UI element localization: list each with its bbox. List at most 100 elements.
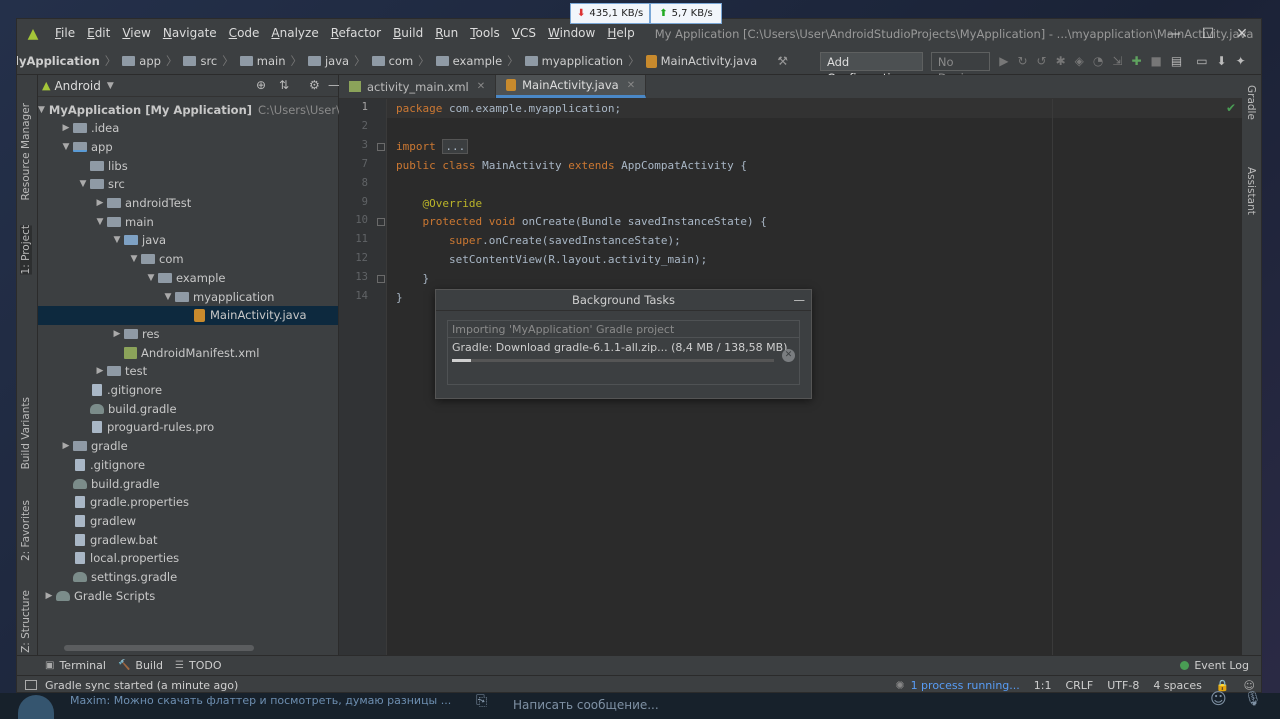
message-input[interactable]: Написать сообщение... (513, 698, 659, 712)
menu-navigate[interactable]: Navigate (157, 19, 223, 48)
cancel-task-icon[interactable]: ✕ (782, 349, 795, 362)
project-structure-icon[interactable]: ▤ (1171, 53, 1182, 69)
sync-gradle-icon[interactable]: ✚ (1131, 53, 1141, 69)
tab-assistant[interactable]: Assistant (1245, 167, 1257, 215)
tree-item[interactable]: build.gradle (38, 474, 338, 493)
chevron-down-icon[interactable]: ▼ (161, 292, 175, 302)
tab-gradle[interactable]: Gradle (1245, 85, 1257, 120)
chevron-right-icon[interactable]: ▶ (110, 329, 124, 339)
tree-item[interactable]: ▶ androidTest (38, 194, 338, 213)
file-encoding[interactable]: UTF-8 (1107, 679, 1139, 692)
chevron-down-icon[interactable]: ▼ (59, 142, 73, 152)
chevron-down-icon[interactable]: ▼ (110, 235, 124, 245)
add-configuration-button[interactable]: Add Configuration... (819, 51, 923, 85)
apply-changes-icon[interactable]: ↻ (1017, 53, 1027, 69)
tree-item[interactable]: MainActivity.java (38, 305, 338, 325)
chevron-right-icon[interactable]: ▶ (59, 441, 73, 451)
tree-item[interactable]: .gitignore (38, 455, 338, 474)
tool-terminal[interactable]: ▣ Terminal (45, 659, 106, 672)
collapse-all-icon[interactable]: ⇅ (279, 78, 289, 92)
tree-item[interactable]: .gitignore (38, 381, 338, 400)
tree-item[interactable]: ▼ src (38, 175, 338, 194)
chevron-right-icon[interactable]: ▶ (42, 591, 56, 601)
tree-item[interactable]: local.properties (38, 549, 338, 568)
breadcrumb-item[interactable]: com 〉 (366, 53, 430, 69)
menu-view[interactable]: View (116, 19, 156, 48)
maximize-button[interactable]: ☐ (1191, 19, 1225, 48)
debug-icon[interactable]: ✱ (1056, 53, 1066, 69)
tree-item[interactable]: settings.gradle (38, 568, 338, 587)
gear-icon[interactable]: ⚙ (309, 78, 320, 92)
menu-edit[interactable]: Edit (81, 19, 116, 48)
chevron-down-icon[interactable]: ▼ (76, 179, 90, 189)
minimize-button[interactable]: — (1157, 19, 1191, 48)
tree-item[interactable]: gradlew.bat (38, 530, 338, 549)
tree-item[interactable]: ▼ example (38, 268, 338, 287)
tree-item[interactable]: ▼ main (38, 212, 338, 231)
process-running-link[interactable]: 1 process running... (911, 679, 1020, 692)
tab-structure[interactable]: Z: Structure (20, 590, 32, 653)
tool-todo[interactable]: ☰ TODO (175, 659, 221, 672)
breadcrumb-item[interactable]: src 〉 (177, 53, 234, 69)
run-icon[interactable]: ▶ (999, 53, 1008, 69)
tool-build[interactable]: 🔨 Build (118, 659, 163, 672)
tree-item[interactable]: gradle.properties (38, 493, 338, 512)
breadcrumb-item[interactable]: lyApplication 〉 (17, 53, 116, 69)
locate-icon[interactable]: ⊕ (256, 78, 266, 92)
paperclip-icon[interactable]: ⎘ (476, 693, 487, 709)
event-log-button[interactable]: Event Log (1180, 659, 1249, 672)
chevron-down-icon[interactable]: ▼ (107, 81, 114, 91)
chevron-right-icon[interactable]: ▶ (59, 123, 73, 133)
tree-item[interactable]: ▼ MyApplication [My Application] C:\Users\… (38, 100, 374, 119)
inspector-face-icon[interactable]: ☺ (1244, 679, 1255, 692)
tab-project[interactable]: 1: Project (20, 225, 32, 275)
tree-item[interactable]: ▼ app (38, 137, 338, 156)
fold-marker-icon[interactable] (377, 275, 385, 284)
tab-mainactivity-java[interactable]: MainActivity.java ✕ (496, 75, 647, 98)
chevron-right-icon[interactable]: ▶ (93, 198, 107, 208)
coverage-icon[interactable]: ◈ (1075, 53, 1084, 69)
sdk-manager-icon[interactable]: ⬇ (1217, 53, 1227, 69)
tree-item[interactable]: ▼ com (38, 250, 338, 269)
project-view-selector[interactable]: Android (54, 79, 100, 93)
tree-item[interactable]: ▶ gradle (38, 437, 338, 456)
tree-item[interactable]: ▼ java (38, 231, 338, 250)
menu-code[interactable]: Code (223, 19, 266, 48)
menu-build[interactable]: Build (387, 19, 429, 48)
breadcrumb-item[interactable]: app 〉 (116, 53, 177, 69)
emoji-icon[interactable]: ☺ (1210, 689, 1227, 708)
horizontal-scrollbar[interactable] (64, 645, 254, 651)
minimize-popup-button[interactable]: — (794, 290, 806, 311)
chat-preview[interactable]: Maxim: Можно скачать флаттер и посмотрет… (70, 694, 451, 707)
menu-refactor[interactable]: Refactor (325, 19, 387, 48)
breadcrumb-item[interactable]: main 〉 (234, 53, 302, 69)
menu-run[interactable]: Run (429, 19, 464, 48)
menu-file[interactable]: File (49, 19, 81, 48)
profile-icon[interactable]: ◔ (1093, 53, 1103, 69)
breadcrumb-item[interactable]: example 〉 (430, 53, 519, 69)
fold-marker-icon[interactable] (377, 142, 385, 151)
fold-marker-icon[interactable] (377, 218, 385, 227)
menu-analyze[interactable]: Analyze (265, 19, 324, 48)
tree-item[interactable]: gradlew (38, 511, 338, 530)
close-tab-icon[interactable]: ✕ (627, 80, 635, 91)
menu-tools[interactable]: Tools (464, 19, 506, 48)
tree-item[interactable]: ▶ test (38, 362, 338, 381)
close-tab-icon[interactable]: ✕ (477, 81, 485, 92)
breadcrumb-item[interactable]: java 〉 (302, 53, 366, 69)
tree-item[interactable]: ▼ myapplication (38, 287, 338, 306)
tab-build-variants[interactable]: Build Variants (20, 397, 32, 469)
stop-icon[interactable]: ■ (1151, 53, 1162, 69)
chevron-down-icon[interactable]: ▼ (93, 217, 107, 227)
indent-setting[interactable]: 4 spaces (1153, 679, 1202, 692)
tab-activity-main-xml[interactable]: activity_main.xml ✕ (339, 75, 497, 98)
chevron-down-icon[interactable]: ▼ (127, 254, 141, 264)
tree-item[interactable]: libs (38, 156, 338, 175)
breadcrumb-item[interactable]: myapplication 〉 (519, 53, 640, 69)
tree-item[interactable]: build.gradle (38, 399, 338, 418)
layout-inspector-icon[interactable]: ✦ (1236, 53, 1246, 69)
tree-item[interactable]: AndroidManifest.xml (38, 343, 338, 362)
microphone-icon[interactable]: 🎙 (1244, 691, 1262, 707)
status-message[interactable]: Gradle sync started (a minute ago) (45, 679, 238, 692)
avd-manager-icon[interactable]: ▭ (1196, 53, 1207, 69)
